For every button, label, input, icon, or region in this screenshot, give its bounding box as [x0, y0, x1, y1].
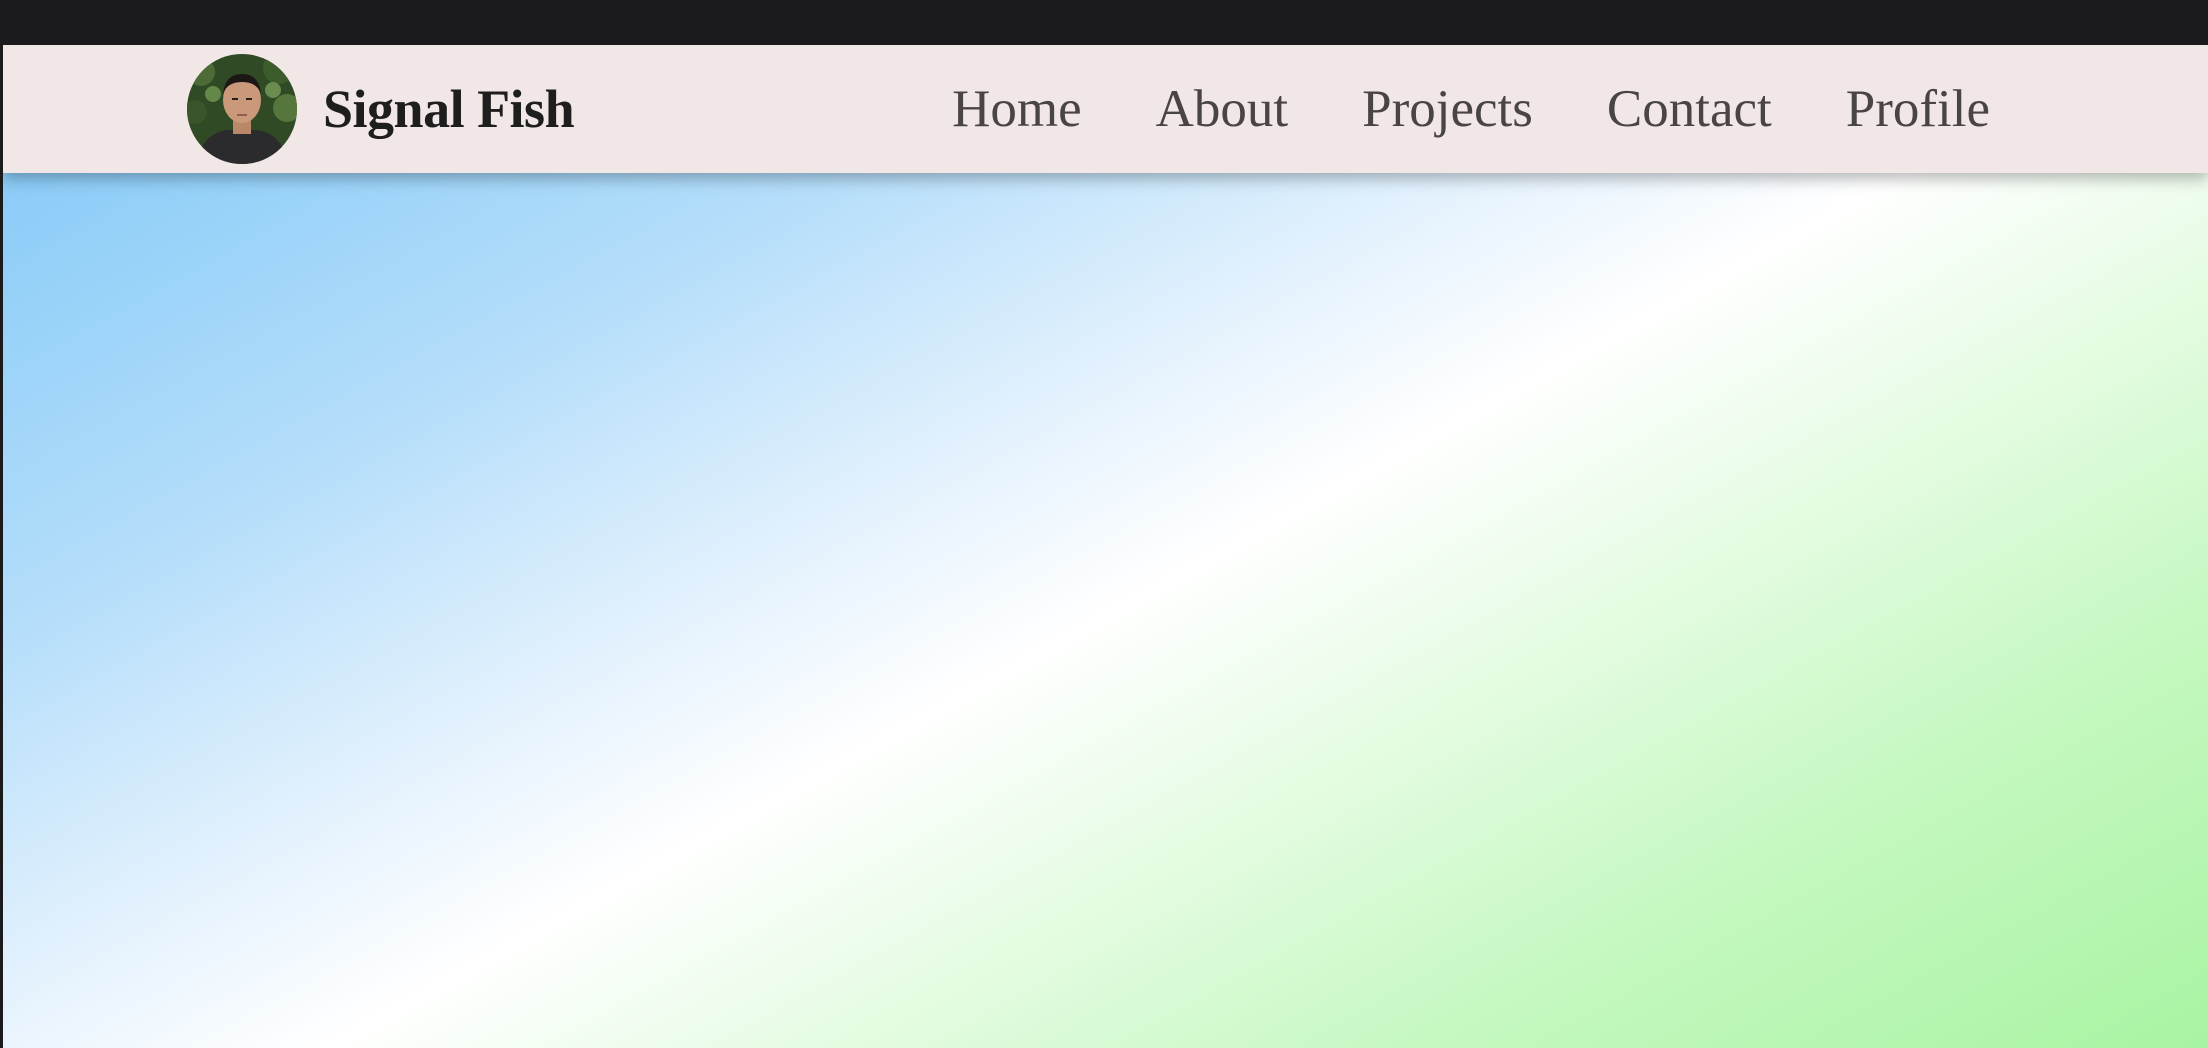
nav-link-profile[interactable]: Profile	[1846, 79, 1990, 139]
nav-link-contact[interactable]: Contact	[1607, 79, 1772, 139]
nav-link-about[interactable]: About	[1156, 79, 1289, 139]
browser-top-bar	[0, 0, 2208, 45]
nav-menu: Home About Projects Contact Profile	[952, 45, 1990, 173]
brand-name[interactable]: Signal Fish	[323, 78, 575, 140]
page-viewport: Signal Fish Home About Projects Contact …	[3, 45, 2208, 1048]
nav-link-home[interactable]: Home	[952, 79, 1082, 139]
avatar[interactable]	[187, 54, 297, 164]
brand[interactable]: Signal Fish	[187, 53, 575, 165]
profile-photo-icon	[187, 54, 297, 164]
navbar: Signal Fish Home About Projects Contact …	[3, 45, 2208, 173]
nav-link-projects[interactable]: Projects	[1362, 79, 1533, 139]
